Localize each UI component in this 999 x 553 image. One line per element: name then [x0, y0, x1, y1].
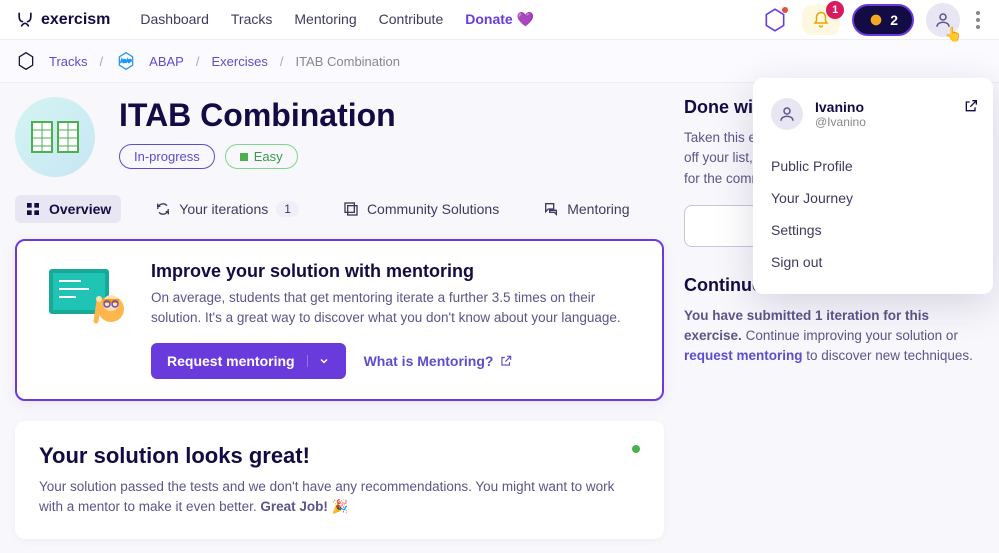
dropdown-settings[interactable]: Settings	[753, 214, 993, 246]
difficulty-pill: Easy	[225, 144, 298, 169]
nav-dashboard[interactable]: Dashboard	[140, 11, 209, 28]
notification-badge: 1	[826, 1, 844, 19]
grid-icon	[25, 201, 41, 217]
logo-icon	[15, 10, 35, 30]
dropdown-header: Ivanino @Ivanino	[753, 94, 993, 144]
mentor-illustration	[41, 261, 131, 336]
alert-dot-icon	[782, 7, 788, 13]
open-profile-icon[interactable]	[963, 98, 979, 114]
solution-desc: Your solution passed the tests and we do…	[39, 477, 640, 518]
what-is-mentoring-label: What is Mentoring?	[364, 353, 494, 369]
left-column: ITAB Combination In-progress Easy Overvi…	[15, 97, 664, 539]
cursor-icon: 👆	[945, 26, 962, 43]
dropdown-public-profile[interactable]: Public Profile	[753, 150, 993, 182]
breadcrumb-tracks[interactable]: Tracks	[49, 54, 88, 69]
dropdown-handle: @Ivanino	[815, 115, 866, 129]
breadcrumb-tracks-icon[interactable]	[15, 50, 37, 72]
tab-overview-label: Overview	[49, 201, 111, 217]
mentor-actions: Request mentoring What is Mentoring?	[151, 343, 638, 379]
request-mentoring-link[interactable]: request mentoring	[684, 348, 803, 363]
svg-text:ABAP: ABAP	[121, 59, 132, 64]
main-nav: Dashboard Tracks Mentoring Contribute Do…	[140, 11, 534, 28]
solution-card: Your solution looks great! Your solution…	[15, 421, 664, 540]
tab-iterations[interactable]: Your iterations 1	[145, 195, 309, 223]
dropdown-your-journey[interactable]: Your Journey	[753, 182, 993, 214]
chat-icon	[543, 201, 559, 217]
breadcrumb-sep: /	[280, 54, 284, 69]
nav-contribute[interactable]: Contribute	[379, 11, 444, 28]
exercise-title: ITAB Combination	[119, 97, 396, 134]
avatar-icon	[771, 98, 803, 130]
dropdown-username: Ivanino	[815, 99, 866, 115]
badge-icon	[868, 12, 884, 28]
status-pills: In-progress Easy	[119, 144, 396, 169]
status-dot-icon	[632, 445, 640, 453]
breadcrumb-sep: /	[196, 54, 200, 69]
logo[interactable]: exercism	[15, 10, 110, 30]
profile-menu-button[interactable]: 👆	[926, 3, 960, 37]
breadcrumb-exercises[interactable]: Exercises	[211, 54, 267, 69]
chevron-down-icon[interactable]	[307, 355, 330, 367]
tab-iterations-count: 1	[276, 201, 299, 217]
request-mentoring-button[interactable]: Request mentoring	[151, 343, 346, 379]
dropdown-signout[interactable]: Sign out	[753, 246, 993, 278]
refresh-icon	[155, 201, 171, 217]
top-navbar: exercism Dashboard Tracks Mentoring Cont…	[0, 0, 999, 40]
breadcrumb-current: ITAB Combination	[295, 54, 400, 69]
external-link-icon	[499, 354, 513, 368]
mentor-card-title: Improve your solution with mentoring	[151, 261, 638, 282]
breadcrumb-track-icon[interactable]: ABAP	[115, 50, 137, 72]
tab-mentoring[interactable]: Mentoring	[533, 195, 639, 223]
status-pill: In-progress	[119, 144, 215, 169]
breadcrumb: Tracks / ABAP ABAP / Exercises / ITAB Co…	[0, 40, 999, 83]
tab-iterations-label: Your iterations	[179, 201, 268, 217]
notifications-button[interactable]: 1	[802, 5, 840, 35]
nav-donate[interactable]: Donate 💜	[465, 11, 534, 28]
logo-text: exercism	[41, 11, 110, 29]
continue-desc: You have submitted 1 iteration for this …	[684, 306, 984, 367]
tab-overview[interactable]: Overview	[15, 195, 121, 223]
exercise-header: ITAB Combination In-progress Easy	[15, 97, 664, 177]
tab-community-label: Community Solutions	[367, 201, 499, 217]
dropdown-items: Public Profile Your Journey Settings Sig…	[753, 144, 993, 278]
what-is-mentoring-link[interactable]: What is Mentoring?	[364, 353, 514, 369]
more-menu-button[interactable]	[972, 7, 984, 33]
mentoring-card: Improve your solution with mentoring On …	[15, 239, 664, 401]
nav-mentoring[interactable]: Mentoring	[294, 11, 356, 28]
stack-icon	[343, 201, 359, 217]
request-mentoring-label: Request mentoring	[167, 353, 295, 369]
exercise-icon	[15, 97, 95, 177]
reputation-badge[interactable]: 2	[852, 4, 914, 36]
breadcrumb-sep: /	[100, 54, 104, 69]
solution-title: Your solution looks great!	[39, 443, 640, 469]
mentor-card-desc: On average, students that get mentoring …	[151, 288, 638, 329]
tab-community[interactable]: Community Solutions	[333, 195, 509, 223]
breadcrumb-track[interactable]: ABAP	[149, 54, 184, 69]
topbar-right: 1 2 👆	[760, 3, 984, 37]
tab-mentoring-label: Mentoring	[567, 201, 629, 217]
profile-dropdown: Ivanino @Ivanino Public Profile Your Jou…	[753, 78, 993, 294]
nav-tracks[interactable]: Tracks	[231, 11, 272, 28]
main-content: ITAB Combination In-progress Easy Overvi…	[0, 83, 999, 553]
exercise-tabs: Overview Your iterations 1 Community Sol…	[15, 195, 664, 223]
tracks-hex-button[interactable]	[760, 5, 790, 35]
reputation-count: 2	[890, 12, 898, 28]
